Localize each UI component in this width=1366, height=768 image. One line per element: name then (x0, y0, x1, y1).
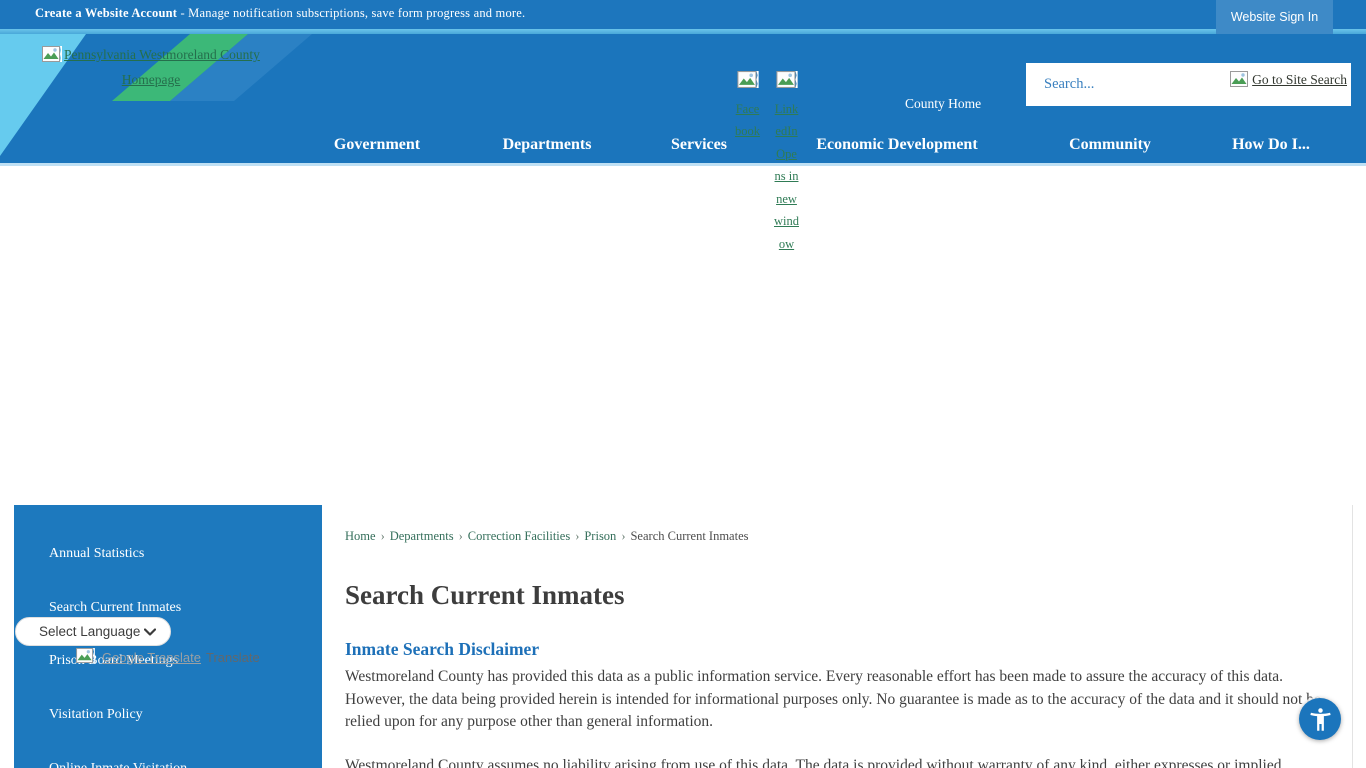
nav-community[interactable]: Community (1069, 136, 1151, 154)
linkedin-link[interactable]: LinkedIn Opens in new window (773, 71, 800, 255)
broken-image-icon (76, 648, 95, 666)
facebook-link[interactable]: Facebook (734, 71, 761, 143)
breadcrumb-current: Search Current Inmates (630, 529, 748, 543)
broken-image-icon (734, 71, 761, 96)
disclaimer-paragraph-2: Westmoreland County assumes no liability… (345, 755, 1335, 768)
account-bar-subtext: - Manage notification subscriptions, sav… (177, 6, 525, 20)
disclaimer-paragraph-1: Westmoreland County has provided this da… (345, 666, 1335, 734)
sidebar-item-visitation-policy[interactable]: Visitation Policy (49, 707, 143, 723)
broken-image-icon (773, 71, 800, 96)
search-input[interactable] (1026, 63, 1236, 106)
breadcrumb-prison[interactable]: Prison (584, 529, 616, 543)
breadcrumb-separator: › (459, 529, 463, 543)
county-logo-link[interactable]: Pennsylvania Westmoreland County Homepag… (26, 44, 276, 91)
nav-departments[interactable]: Departments (503, 136, 592, 154)
sidebar-item-online-inmate-visitation[interactable]: Online Inmate Visitation (49, 761, 187, 768)
breadcrumb-correction-facilities[interactable]: Correction Facilities (468, 529, 570, 543)
nav-economic-development[interactable]: Economic Development (816, 136, 977, 154)
header-divider-strip (0, 29, 1366, 34)
google-translate-attribution: Google Translate Translate (76, 648, 260, 666)
breadcrumb: Home › Departments › Correction Facilities › P… (345, 529, 749, 544)
chevron-down-icon (144, 628, 156, 636)
site-header: Pennsylvania Westmoreland County Homepag… (0, 34, 1366, 166)
select-language-dropdown[interactable]: Select Language (15, 617, 171, 646)
website-sign-in-button[interactable]: Website Sign In (1216, 0, 1333, 34)
nav-services[interactable]: Services (671, 136, 727, 154)
page: Create a Website Account - Manage notifi… (0, 0, 1366, 768)
facebook-alt-text: Facebook (735, 102, 760, 139)
create-account-link[interactable]: Create a Website Account (35, 6, 177, 20)
translate-label: Translate (206, 650, 260, 665)
broken-image-icon (1230, 71, 1250, 91)
sidebar-item-search-current-inmates[interactable]: Search Current Inmates (49, 600, 181, 616)
breadcrumb-departments[interactable]: Departments (390, 529, 454, 543)
breadcrumb-separator: › (621, 529, 625, 543)
linkedin-alt-text: LinkedIn Opens in new window (774, 102, 799, 251)
sidebar-item-annual-statistics[interactable]: Annual Statistics (49, 546, 144, 562)
site-search-box: Go to Site Search (1026, 63, 1351, 106)
breadcrumb-separator: › (575, 529, 579, 543)
nav-how-do-i[interactable]: How Do I... (1232, 136, 1310, 154)
google-translate-alt-text: Google Translate (102, 650, 201, 665)
breadcrumb-separator: › (381, 529, 385, 543)
broken-image-icon (42, 46, 62, 69)
account-bar-text: Create a Website Account - Manage notifi… (35, 6, 525, 21)
accessibility-icon (1307, 706, 1334, 733)
go-to-site-search-label: Go to Site Search (1252, 72, 1347, 87)
page-title: Search Current Inmates (345, 580, 624, 611)
nav-government[interactable]: Government (334, 136, 420, 154)
accessibility-widget-button[interactable] (1299, 698, 1341, 740)
county-home-link[interactable]: County Home (905, 96, 981, 112)
go-to-site-search-button[interactable]: Go to Site Search (1230, 71, 1347, 91)
select-language-label: Select Language (39, 624, 140, 639)
disclaimer-heading: Inmate Search Disclaimer (345, 639, 539, 660)
county-logo-alt-text: Pennsylvania Westmoreland County Homepag… (64, 47, 260, 87)
content-border (1352, 505, 1353, 768)
account-bar: Create a Website Account - Manage notifi… (0, 0, 1366, 29)
breadcrumb-home[interactable]: Home (345, 529, 376, 543)
